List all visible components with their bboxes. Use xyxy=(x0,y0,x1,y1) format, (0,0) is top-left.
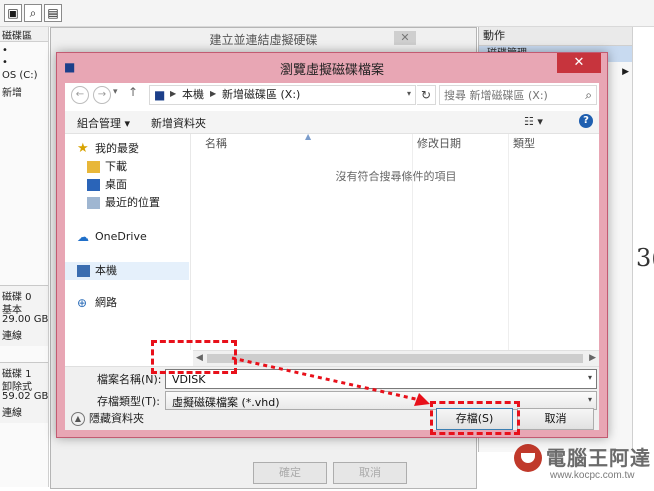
annotation-arrow-icon xyxy=(231,356,430,406)
